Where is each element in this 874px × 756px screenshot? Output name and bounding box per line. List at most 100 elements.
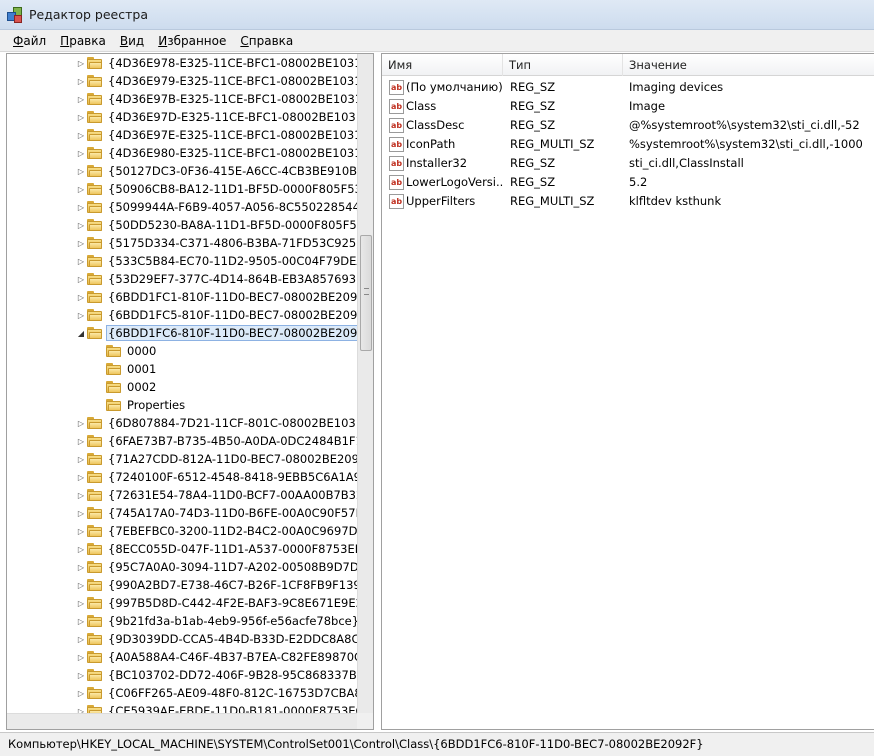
tree-node[interactable]: ▷ {6FAE73B7-B735-4B50-A0DA-0DC2484B1F1A} (75, 432, 359, 450)
value-row[interactable]: ab IconPath REG_MULTI_SZ %systemroot%\syste… (382, 135, 874, 154)
value-data: sti_ci.dll,ClassInstall (629, 156, 744, 170)
expand-arrow-icon[interactable]: ▷ (75, 198, 87, 216)
expand-arrow-icon[interactable]: ▷ (75, 522, 87, 540)
folder-icon (87, 560, 103, 574)
expand-arrow-icon[interactable]: ▷ (75, 540, 87, 558)
tree-node[interactable]: ▷ {6BDD1FC1-810F-11D0-BEC7-08002BE2092F} (75, 288, 359, 306)
expand-arrow-icon[interactable]: ▷ (75, 486, 87, 504)
tree-node[interactable]: ▷ {50127DC3-0F36-415E-A6CC-4CB3BE910B65} (75, 162, 359, 180)
expand-arrow-icon[interactable]: ▷ (75, 306, 87, 324)
expand-arrow-icon[interactable]: ▷ (75, 432, 87, 450)
expand-arrow-icon[interactable]: ▷ (75, 468, 87, 486)
expand-arrow-icon[interactable]: ▷ (75, 54, 87, 72)
tree-node[interactable]: ▷ {4D36E978-E325-11CE-BFC1-08002BE10318} (75, 54, 359, 72)
expand-arrow-icon[interactable]: ▷ (75, 90, 87, 108)
value-row[interactable]: ab ClassDesc REG_SZ @%systemroot%\system32\… (382, 116, 874, 135)
value-row[interactable]: ab LowerLogoVersi... REG_SZ 5.2 (382, 173, 874, 192)
tree-node[interactable]: 0002 (94, 378, 158, 396)
value-row[interactable]: ab Installer32 REG_SZ sti_ci.dll,ClassInsta… (382, 154, 874, 173)
menu-accelerator: В (119, 33, 129, 48)
tree-node[interactable]: ▷ {9b21fd3a-b1ab-4eb9-956f-e56acfe78bce} (75, 612, 359, 630)
tree-node[interactable]: ▷ {997B5D8D-C442-4F2E-BAF3-9C8E671E9E21} (75, 594, 359, 612)
expand-arrow-icon[interactable]: ▷ (75, 648, 87, 666)
folder-icon (87, 488, 103, 502)
tree-node[interactable]: ▷ {71A27CDD-812A-11D0-BEC7-08002BE2092F} (75, 450, 359, 468)
tree-node[interactable]: ▷ {A0A588A4-C46F-4B37-B7EA-C82FE89870C6} (75, 648, 359, 666)
menu-item-1[interactable]: Правка (53, 34, 113, 48)
tree-horizontal-scrollbar[interactable] (7, 713, 359, 729)
tree-node[interactable]: ▷ {8ECC055D-047F-11D1-A537-0000F8753ED1} (75, 540, 359, 558)
expand-arrow-icon[interactable]: ▷ (75, 270, 87, 288)
tree-node[interactable]: ▷ {6BDD1FC5-810F-11D0-BEC7-08002BE2092F} (75, 306, 359, 324)
tree-node[interactable]: 0001 (94, 360, 158, 378)
expand-arrow-icon[interactable]: ▷ (75, 288, 87, 306)
values-list-pane[interactable]: Имя Тип Значение ab (По умолчанию) REG_SZ I… (381, 53, 874, 730)
expand-arrow-icon[interactable]: ▷ (75, 630, 87, 648)
menu-item-0[interactable]: Файл (6, 34, 53, 48)
tree-node[interactable]: ▷ {7240100F-6512-4548-8418-9EBB5C6A1A94} (75, 468, 359, 486)
tree-node[interactable]: ▷ {745A17A0-74D3-11D0-B6FE-00A0C90F57DA} (75, 504, 359, 522)
column-header-type[interactable]: Тип (503, 54, 623, 76)
expand-arrow-icon[interactable]: ▷ (75, 234, 87, 252)
expand-arrow-icon[interactable]: ▷ (75, 252, 87, 270)
tree-node[interactable]: ▷ {7EBEFBC0-3200-11D2-B4C2-00A0C9697D07} (75, 522, 359, 540)
expand-arrow-icon[interactable]: ▷ (75, 72, 87, 90)
expand-arrow-icon[interactable]: ▷ (75, 126, 87, 144)
tree-scroll-thumb[interactable] (360, 235, 372, 351)
expand-arrow-icon[interactable]: ▷ (75, 162, 87, 180)
column-header-name[interactable]: Имя (382, 54, 503, 76)
column-header-value[interactable]: Значение (623, 54, 874, 76)
tree-node[interactable]: ▷ {4D36E979-E325-11CE-BFC1-08002BE10318} (75, 72, 359, 90)
tree-node[interactable]: ▷ {53D29EF7-377C-4D14-864B-EB3A85769359} (75, 270, 359, 288)
folder-icon (87, 254, 103, 268)
tree-node[interactable]: ▷ {4D36E97E-E325-11CE-BFC1-08002BE10318} (75, 126, 359, 144)
tree-node-label: {6BDD1FC6-810F-11D0-BEC7-08002BE2092F} (106, 325, 359, 341)
menu-item-3[interactable]: Избранное (151, 34, 233, 48)
tree-node[interactable]: ▷ {5099944A-F6B9-4057-A056-8C550228544C} (75, 198, 359, 216)
menu-item-2[interactable]: Вид (113, 34, 151, 48)
tree-node-label: {6FAE73B7-B735-4B50-A0DA-0DC2484B1F1A} (108, 434, 359, 448)
value-row[interactable]: ab Class REG_SZ Image (382, 97, 874, 116)
tree-node[interactable]: ▷ {4D36E980-E325-11CE-BFC1-08002BE10318} (75, 144, 359, 162)
tree-node[interactable]: ▷ {50DD5230-BA8A-11D1-BF5D-0000F805F530} (75, 216, 359, 234)
tree-node[interactable]: ▷ {990A2BD7-E738-46C7-B26F-1CF8FB9F1391} (75, 576, 359, 594)
expand-arrow-icon[interactable]: ▷ (75, 612, 87, 630)
tree-node[interactable]: ▷ {50906CB8-BA12-11D1-BF5D-0000F805F530} (75, 180, 359, 198)
tree-node[interactable]: ▷ {9D3039DD-CCA5-4B4D-B33D-E2DDC8A8C52E} (75, 630, 359, 648)
tree-node-label: 0000 (127, 344, 157, 358)
expand-arrow-icon[interactable]: ▷ (75, 414, 87, 432)
expand-arrow-icon[interactable]: ▷ (75, 666, 87, 684)
tree-node[interactable]: ▷ {4D36E97B-E325-11CE-BFC1-08002BE10318} (75, 90, 359, 108)
expand-arrow-icon[interactable]: ▷ (75, 594, 87, 612)
key-tree-pane[interactable]: ▷ {4D36E978-E325-11CE-BFC1-08002BE10318} ▷… (6, 53, 374, 730)
tree-node[interactable]: ▷ {BC103702-DD72-406F-9B28-95C868337B59} (75, 666, 359, 684)
expand-arrow-icon[interactable]: ▷ (75, 216, 87, 234)
collapse-arrow-icon[interactable]: ◢ (75, 324, 87, 342)
tree-node-label: {5099944A-F6B9-4057-A056-8C550228544C} (108, 200, 359, 214)
tree-node[interactable]: ▷ {6D807884-7D21-11CF-801C-08002BE10318} (75, 414, 359, 432)
expand-arrow-icon[interactable]: ▷ (75, 144, 87, 162)
expand-arrow-icon[interactable]: ▷ (75, 108, 87, 126)
value-row[interactable]: ab (По умолчанию) REG_SZ Imaging devices (382, 78, 874, 97)
expand-arrow-icon[interactable]: ▷ (75, 504, 87, 522)
menu-item-4[interactable]: Справка (233, 34, 300, 48)
tree-node[interactable]: Properties (94, 396, 187, 414)
tree-node[interactable]: ◢ {6BDD1FC6-810F-11D0-BEC7-08002BE2092F} (75, 324, 359, 342)
expand-arrow-icon[interactable]: ▷ (75, 450, 87, 468)
expand-arrow-icon[interactable]: ▷ (75, 684, 87, 702)
value-name: ClassDesc (406, 118, 465, 132)
tree-node[interactable]: ▷ {5175D334-C371-4806-B3BA-71FD53C9258D} (75, 234, 359, 252)
expand-arrow-icon[interactable]: ▷ (75, 576, 87, 594)
expand-arrow-icon[interactable]: ▷ (75, 558, 87, 576)
tree-node[interactable]: ▷ {72631E54-78A4-11D0-BCF7-00AA00B7B32A} (75, 486, 359, 504)
tree-node[interactable]: ▷ {C06FF265-AE09-48F0-812C-16753D7CBA83} (75, 684, 359, 702)
tree-vertical-scrollbar[interactable] (357, 54, 373, 714)
value-row[interactable]: ab UpperFilters REG_MULTI_SZ klfltdev ksthu… (382, 192, 874, 211)
tree-node[interactable]: ▷ {95C7A0A0-3094-11D7-A202-00508B9D7D5A} (75, 558, 359, 576)
tree-node[interactable]: 0000 (94, 342, 158, 360)
tree-node[interactable]: ▷ {533C5B84-EC70-11D2-9505-00C04F79DEAF} (75, 252, 359, 270)
menu-accelerator: Ф (13, 33, 24, 48)
tree-node[interactable]: ▷ {4D36E97D-E325-11CE-BFC1-08002BE10318} (75, 108, 359, 126)
value-type: REG_MULTI_SZ (510, 137, 595, 151)
expand-arrow-icon[interactable]: ▷ (75, 180, 87, 198)
